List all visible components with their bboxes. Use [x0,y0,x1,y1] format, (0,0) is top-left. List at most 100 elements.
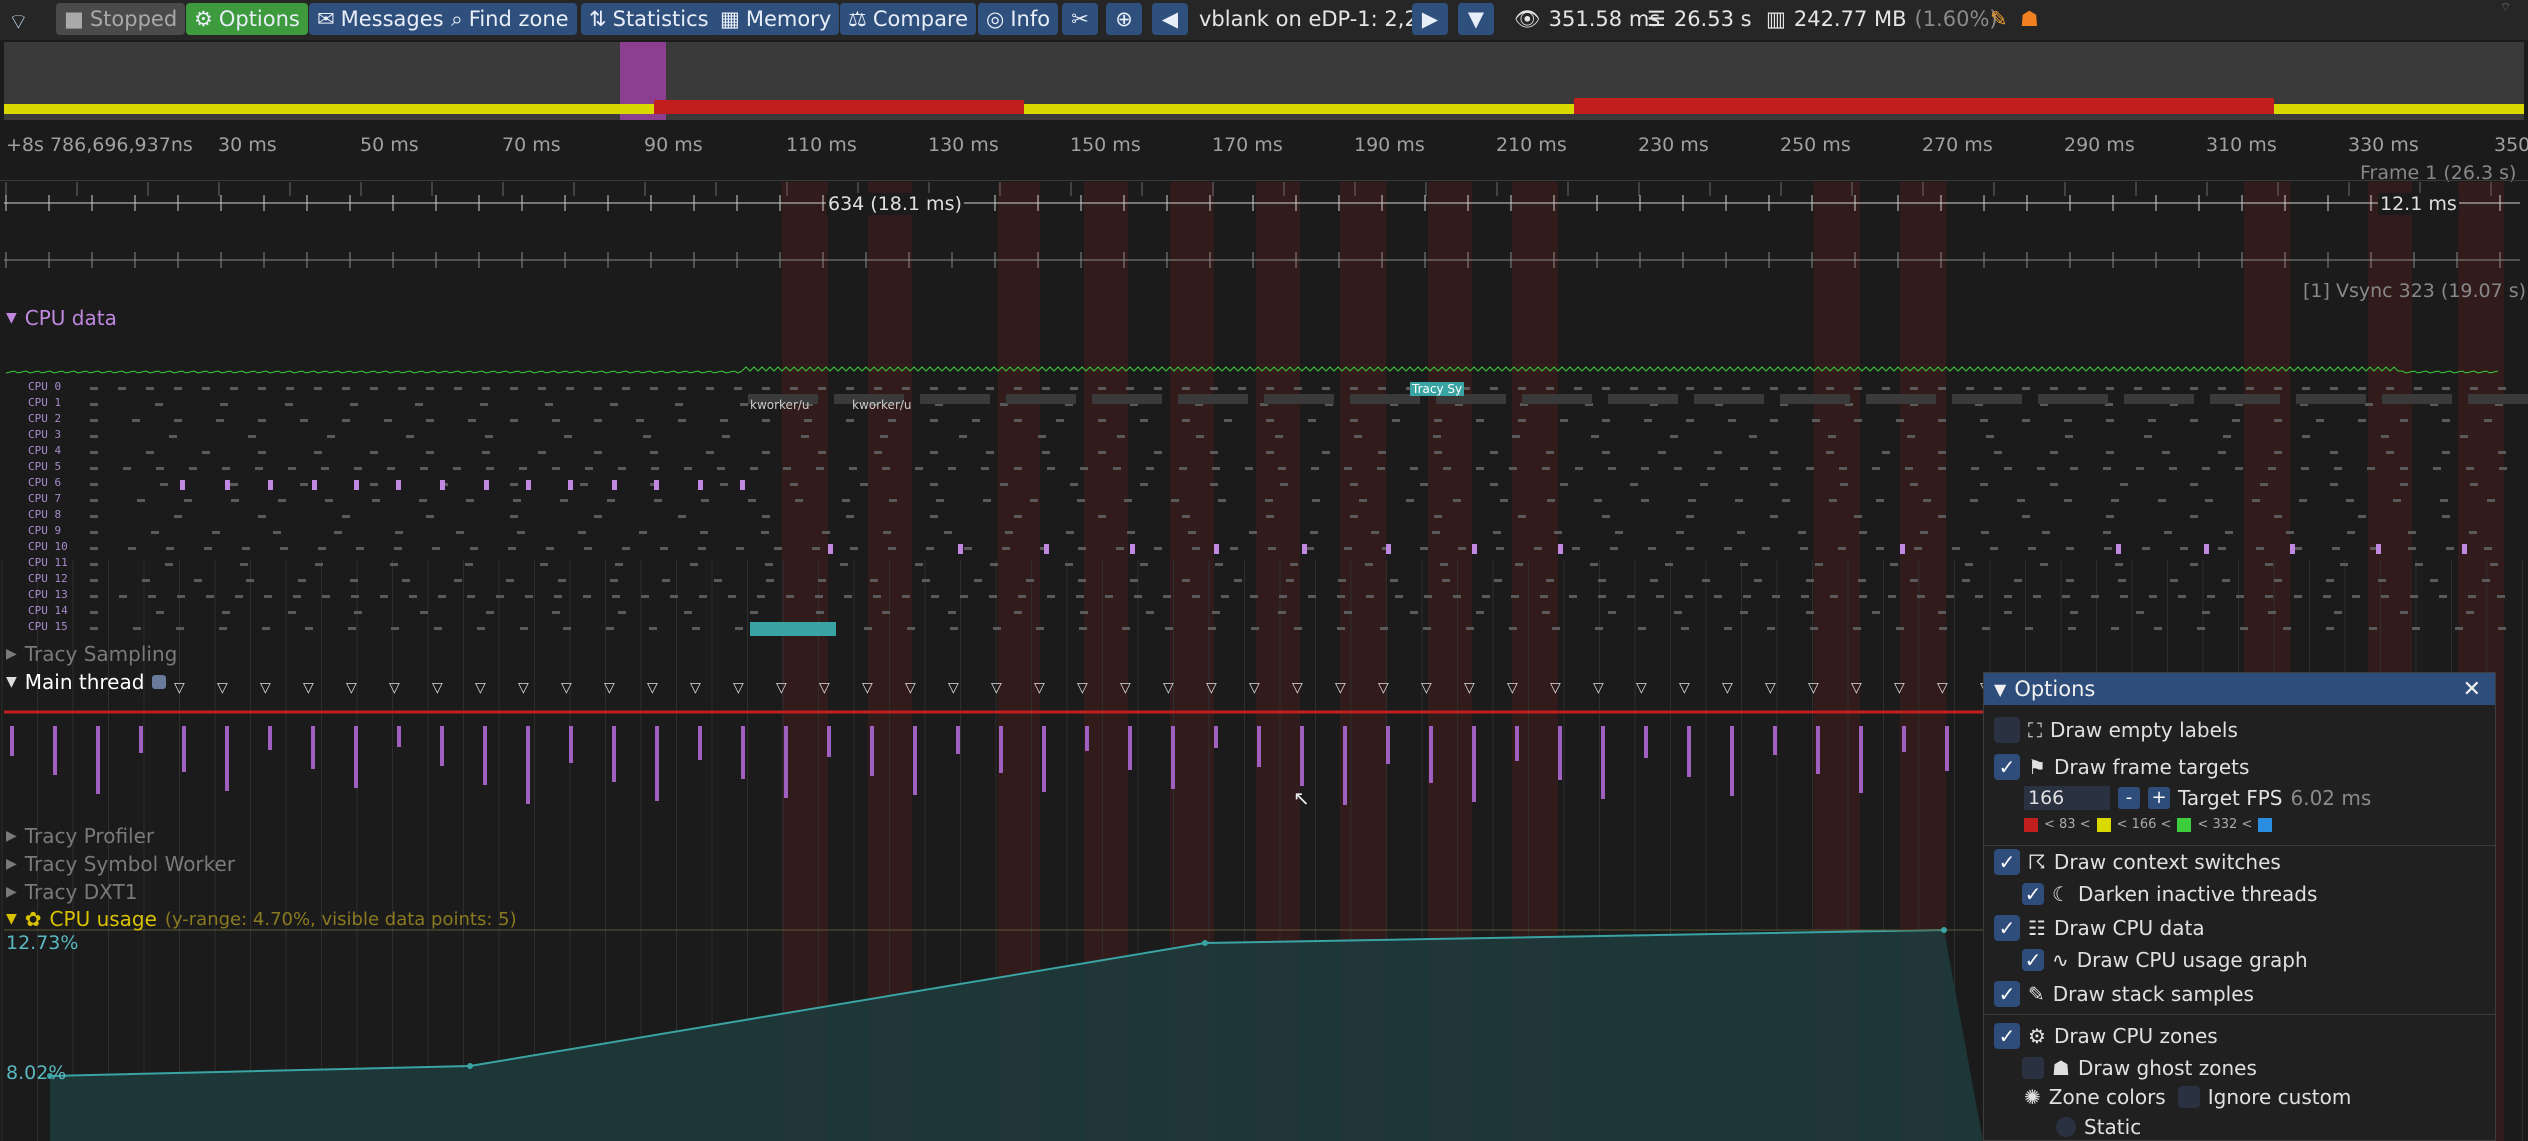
stopped-button[interactable]: ■ Stopped [56,3,186,35]
draw-ghost-zones-option[interactable]: ☗ Draw ghost zones [2022,1056,2257,1080]
cpu-data-header[interactable]: ▼ CPU data [6,306,117,330]
cpu-slice [519,467,527,470]
cpu-slice [1656,595,1664,598]
cpu-slice [288,611,296,614]
memory-button[interactable]: ▦ Memory [712,3,840,35]
frame-overview[interactable] [4,42,2524,120]
cpu-slice [2268,467,2276,470]
options-window[interactable]: ▼ Options ✕ ⛶ Draw empty labels ✓ ⚑ Draw fr… [1983,672,2496,1141]
cpu-slice [1337,627,1345,630]
draw-cpu-zones-option[interactable]: ✓ ⚙ Draw CPU zones [1994,1023,2218,1049]
cpu-slice [1294,627,1302,630]
cpu-slice [2460,435,2468,438]
cpu-slice [406,435,414,438]
cpu-process-marker [440,480,445,490]
frame-set-dropdown[interactable]: ▼ [1458,3,1494,35]
target-fps-input[interactable]: 166 [2024,786,2110,810]
draw-empty-labels-option[interactable]: ⛶ Draw empty labels [1994,717,2238,743]
close-icon[interactable]: ✕ [2463,677,2481,702]
tracy-sampling-header[interactable]: ▶ Tracy Sampling [6,642,177,666]
checkbox-checked[interactable]: ✓ [1994,981,2020,1007]
checkbox-unchecked[interactable] [1994,717,2020,743]
options-button[interactable]: ⚙ Options [186,3,308,35]
cpu-slice [860,483,868,486]
cpu-slice [1610,547,1618,550]
collapse-icon[interactable]: ▼ [1994,680,2006,699]
draw-stack-samples-option[interactable]: ✓ ✎ Draw stack samples [1994,981,2254,1007]
cpu-process-marker [1214,544,1219,554]
tracy-dxt1-header[interactable]: ▶ Tracy DXT1 [6,880,137,904]
cpu-slice [1490,451,1498,454]
eyedropper-icon[interactable]: ✎ [1990,3,2008,35]
cpu-slice [1322,451,1330,454]
cpu-slice [1971,467,1979,470]
fps-decrement-button[interactable]: - [2118,787,2140,809]
kworker-slice [920,394,990,404]
next-frame-button[interactable]: ▶ [1412,3,1448,35]
draw-cpu-data-option[interactable]: ✓ ☷ Draw CPU data [1994,915,2205,941]
tracy-symbol-worker-header[interactable]: ▶ Tracy Symbol Worker [6,852,235,876]
main-thread-zone [311,726,315,769]
context-switch-marker: ▽ [1120,680,1131,696]
context-switch-marker: ▽ [1722,680,1733,696]
statistics-button[interactable]: ⇅ Statistics [581,3,717,35]
frame-right-label[interactable]: 12.1 ms [2378,193,2459,215]
checkbox-checked[interactable]: ✓ [1994,1023,2020,1049]
ruler-tick-label: 170 ms [1212,134,1283,156]
checkbox-unchecked[interactable] [2022,1057,2044,1079]
cpu-slice [1859,595,1867,598]
checkbox-checked[interactable]: ✓ [1994,915,2020,941]
cpu-usage-header[interactable]: ▼ ✿ CPU usage (y-range: 4.70%, visible data… [6,907,517,931]
frame-634-label[interactable]: 634 (18.1 ms) [826,193,964,215]
fps-increment-button[interactable]: + [2148,787,2170,809]
cpu-slice [354,467,362,470]
cpu-slice [1234,579,1242,582]
cpu-slice [1546,451,1554,454]
main-thread-zone [569,726,573,763]
main-thread-header[interactable]: ▼ Main thread [6,670,167,694]
memory-icon: ▦ [720,7,740,31]
mouse-cursor-icon: ↖ [1293,786,1310,810]
cpu-slice [1665,563,1673,566]
zoom-button[interactable]: ⊕ [1106,3,1142,35]
cpu-slice [2106,419,2114,422]
cpu-slice [90,435,98,438]
radio-button[interactable] [2056,1117,2076,1137]
wifi-icon[interactable]: ⌔ [8,8,29,36]
cpu-slice [1674,611,1682,614]
ghost-icon[interactable]: ☗ [2020,3,2039,35]
tracy-profiler-header[interactable]: ▶ Tracy Profiler [6,824,154,848]
main-thread-zone [956,726,960,754]
cpu-slice [1872,467,1880,470]
static-radio-option[interactable]: Static [2056,1115,2141,1139]
cpu-slice [2142,547,2150,550]
checkbox-checked[interactable]: ✓ [1994,754,2020,780]
draw-context-switches-option[interactable]: ✓ ☈ Draw context switches [1994,849,2281,875]
cpu-slice [2346,499,2354,502]
draw-frame-targets-option[interactable]: ✓ ⚑ Draw frame targets [1994,754,2249,780]
cpu-slice [1476,611,1484,614]
prev-frame-button[interactable]: ◀ [1152,3,1188,35]
kworker-slice [1866,394,1936,404]
cpu-slice [1762,547,1770,550]
find-zone-button[interactable]: ⌕ Find zone [443,3,577,35]
tools-button[interactable]: ✂ [1062,3,1098,35]
cpu-slice [1077,499,1085,502]
compare-button[interactable]: ⚖ Compare [840,3,977,35]
cpu-slice [293,595,301,598]
info-button[interactable]: ◎ Info [978,3,1059,35]
draw-cpu-usage-graph-option[interactable]: ✓ ∿ Draw CPU usage graph [2022,948,2308,972]
options-header[interactable]: ▼ Options ✕ [1984,673,2495,705]
cpu-slice [2149,595,2157,598]
cpu-slice [1770,387,1778,390]
cpu-slice [1070,483,1078,486]
checkbox-checked[interactable]: ✓ [2022,948,2044,972]
messages-button[interactable]: ✉ Messages [309,3,452,35]
cpu-slice [212,531,220,534]
checkbox-checked[interactable]: ✓ [1994,849,2020,875]
cpu-slice [2498,451,2506,454]
darken-inactive-option[interactable]: ✓ ☾ Darken inactive threads [2022,882,2317,906]
checkbox-checked[interactable]: ✓ [2022,882,2044,906]
cpu-slice [258,515,266,518]
ignore-custom-checkbox[interactable] [2177,1086,2200,1108]
